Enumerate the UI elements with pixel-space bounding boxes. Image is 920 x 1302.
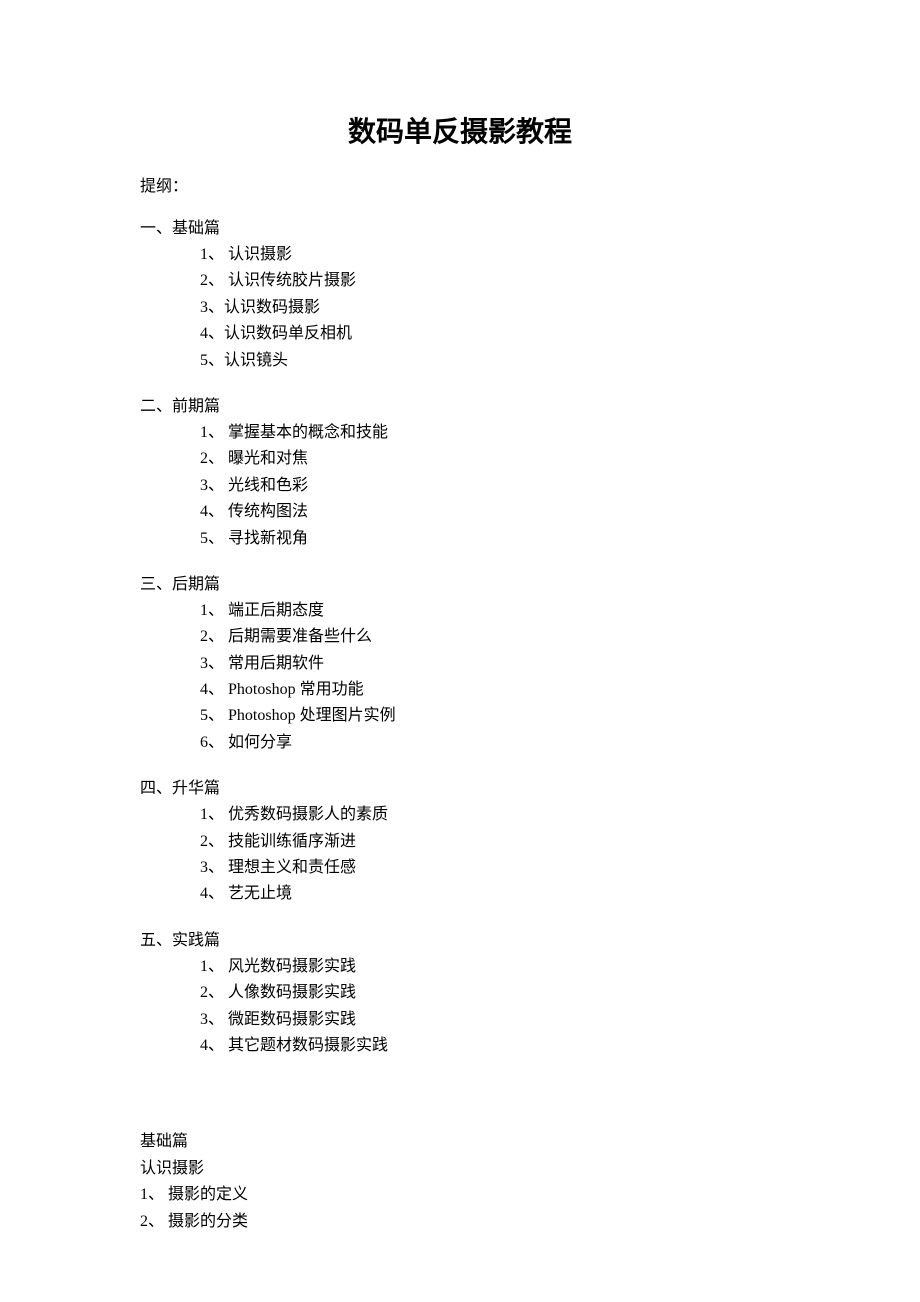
footer-block: 基础篇 认识摄影 1、 摄影的定义 2、 摄影的分类 (140, 1129, 780, 1235)
list-item: 2、 曝光和对焦 (200, 446, 780, 472)
section-items: 1、 认识摄影 2、 认识传统胶片摄影 3、认识数码摄影 4、认识数码单反相机 … (140, 242, 780, 374)
list-item: 5、 Photoshop 处理图片实例 (200, 703, 780, 729)
list-item: 1、 掌握基本的概念和技能 (200, 420, 780, 446)
section-heading: 五、实践篇 (140, 926, 780, 950)
list-item: 3、 微距数码摄影实践 (200, 1007, 780, 1033)
list-item: 1、 认识摄影 (200, 242, 780, 268)
list-item: 1、 优秀数码摄影人的素质 (200, 802, 780, 828)
list-item: 2、 人像数码摄影实践 (200, 980, 780, 1006)
section-items: 1、 端正后期态度 2、 后期需要准备些什么 3、 常用后期软件 4、 Phot… (140, 598, 780, 756)
section-heading: 二、前期篇 (140, 392, 780, 416)
list-item: 2、 技能训练循序渐进 (200, 829, 780, 855)
list-item: 5、认识镜头 (200, 348, 780, 374)
list-item: 2、 认识传统胶片摄影 (200, 268, 780, 294)
list-item: 4、 艺无止境 (200, 881, 780, 907)
footer-heading-1: 基础篇 (140, 1129, 780, 1155)
list-item: 1、 端正后期态度 (200, 598, 780, 624)
list-item: 2、 摄影的分类 (140, 1209, 780, 1235)
section-items: 1、 优秀数码摄影人的素质 2、 技能训练循序渐进 3、 理想主义和责任感 4、… (140, 802, 780, 908)
list-item: 1、 风光数码摄影实践 (200, 954, 780, 980)
list-item: 4、 传统构图法 (200, 499, 780, 525)
page-container: 数码单反摄影教程 提纲： 一、基础篇 1、 认识摄影 2、 认识传统胶片摄影 3… (0, 0, 920, 1295)
section-3: 三、后期篇 1、 端正后期态度 2、 后期需要准备些什么 3、 常用后期软件 4… (140, 570, 780, 756)
section-2: 二、前期篇 1、 掌握基本的概念和技能 2、 曝光和对焦 3、 光线和色彩 4、… (140, 392, 780, 552)
section-heading: 三、后期篇 (140, 570, 780, 594)
section-5: 五、实践篇 1、 风光数码摄影实践 2、 人像数码摄影实践 3、 微距数码摄影实… (140, 926, 780, 1060)
list-item: 4、认识数码单反相机 (200, 321, 780, 347)
outline-label: 提纲： (140, 172, 780, 196)
list-item: 2、 后期需要准备些什么 (200, 624, 780, 650)
list-item: 1、 摄影的定义 (140, 1182, 780, 1208)
section-items: 1、 掌握基本的概念和技能 2、 曝光和对焦 3、 光线和色彩 4、 传统构图法… (140, 420, 780, 552)
list-item: 4、 Photoshop 常用功能 (200, 677, 780, 703)
footer-heading-2: 认识摄影 (140, 1156, 780, 1182)
page-title: 数码单反摄影教程 (140, 110, 780, 150)
list-item: 5、 寻找新视角 (200, 526, 780, 552)
section-items: 1、 风光数码摄影实践 2、 人像数码摄影实践 3、 微距数码摄影实践 4、 其… (140, 954, 780, 1060)
section-heading: 四、升华篇 (140, 774, 780, 798)
section-4: 四、升华篇 1、 优秀数码摄影人的素质 2、 技能训练循序渐进 3、 理想主义和… (140, 774, 780, 908)
list-item: 3、认识数码摄影 (200, 295, 780, 321)
list-item: 6、 如何分享 (200, 730, 780, 756)
list-item: 4、 其它题材数码摄影实践 (200, 1033, 780, 1059)
section-heading: 一、基础篇 (140, 214, 780, 238)
list-item: 3、 理想主义和责任感 (200, 855, 780, 881)
section-1: 一、基础篇 1、 认识摄影 2、 认识传统胶片摄影 3、认识数码摄影 4、认识数… (140, 214, 780, 374)
list-item: 3、 光线和色彩 (200, 473, 780, 499)
list-item: 3、 常用后期软件 (200, 651, 780, 677)
